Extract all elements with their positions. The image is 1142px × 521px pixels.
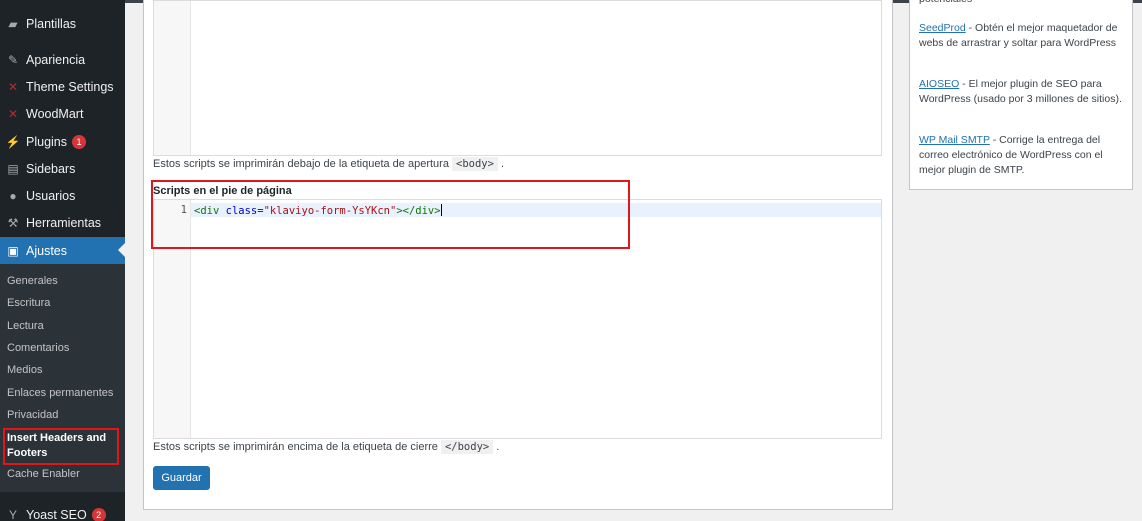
submenu-item-privacidad[interactable]: Privacidad <box>7 409 58 421</box>
submenu-item-escritura[interactable]: Escritura <box>7 297 50 309</box>
sidebar-item-sidebars[interactable]: ▤ Sidebars <box>0 155 125 182</box>
highlight-box-footer-field <box>151 180 630 249</box>
sidebar-item-label: Herramientas <box>26 215 102 230</box>
sidebar-item-label: Ajustes <box>26 243 67 258</box>
submenu-item-medios[interactable]: Medios <box>7 364 42 376</box>
settings-icon: ▣ <box>7 243 19 258</box>
plugins-update-badge: 1 <box>72 134 86 149</box>
woodmart-icon: ✕ <box>7 106 19 121</box>
body-scripts-editor[interactable] <box>153 0 882 156</box>
submenu-item-generales[interactable]: Generales <box>7 275 58 287</box>
description-text: Estos scripts se imprimirán debajo de la… <box>153 158 449 170</box>
wrench-icon: ⚒ <box>7 215 19 230</box>
body-tag-code: <body> <box>452 157 498 171</box>
sidebar-item-label: WoodMart <box>26 106 84 121</box>
wp-mail-smtp-link[interactable]: WP Mail SMTP <box>919 134 990 146</box>
sidebar-item-usuarios[interactable]: ● Usuarios <box>0 182 125 209</box>
sidebar-item-plantillas[interactable]: ▰ Plantillas <box>0 10 125 37</box>
body-scripts-description: Estos scripts se imprimirán debajo de la… <box>153 157 505 171</box>
aioseo-link[interactable]: AIOSEO <box>919 78 959 90</box>
highlight-box-submenu <box>3 428 119 465</box>
widget-entry-aioseo: AIOSEO - El mejor plugin de SEO para Wor… <box>919 77 1124 107</box>
sidebar-item-apariencia[interactable]: ✎ Apariencia <box>0 46 125 73</box>
closing-body-tag-code: </body> <box>440 440 494 454</box>
footer-scripts-description: Estos scripts se imprimirán encima de la… <box>153 440 500 454</box>
submenu-item-lectura[interactable]: Lectura <box>7 320 44 332</box>
woodmart-icon: ✕ <box>7 79 19 94</box>
plugin-icon: ⚡ <box>5 134 21 149</box>
submenu-item-cache-enabler[interactable]: Cache Enabler <box>7 468 80 480</box>
save-button[interactable]: Guardar <box>153 466 210 490</box>
sidebar-item-label: Yoast SEO <box>26 507 87 521</box>
widget-fragment: potenciales <box>919 0 1124 7</box>
submenu-item-comentarios[interactable]: Comentarios <box>7 342 69 354</box>
sidebar-item-theme-settings[interactable]: ✕ Theme Settings <box>0 73 125 100</box>
yoast-icon: Y <box>8 507 17 521</box>
submenu-item-enlaces-permanentes[interactable]: Enlaces permanentes <box>7 387 113 399</box>
widget-entry-wp-mail-smtp: WP Mail SMTP - Corrige la entrega del co… <box>919 133 1124 178</box>
sidebar-item-label: Sidebars <box>26 161 76 176</box>
sidebar-item-label: Usuarios <box>26 188 76 203</box>
description-text: Estos scripts se imprimirán encima de la… <box>153 441 438 453</box>
folder-icon: ▰ <box>8 16 18 31</box>
sidebar-item-ajustes[interactable]: ▣ Ajustes <box>0 237 125 264</box>
sidebar-item-label: Theme Settings <box>26 79 114 94</box>
sidebar-item-label: Apariencia <box>26 52 86 67</box>
sidebar-item-label: Plugins <box>26 134 67 149</box>
brush-icon: ✎ <box>7 52 19 67</box>
sidebars-icon: ▤ <box>7 161 19 176</box>
yoast-notification-badge: 2 <box>91 507 106 521</box>
sidebar-item-yoast-seo[interactable]: Y Yoast SEO 2 <box>0 501 125 521</box>
sidebar-item-plugins[interactable]: ⚡ Plugins 1 <box>0 128 125 155</box>
sidebar-item-label: Plantillas <box>26 16 77 31</box>
widget-entry-seedprod: SeedProd - Obtén el mejor maquetador de … <box>919 21 1124 51</box>
active-menu-arrow <box>118 243 125 257</box>
sidebar-item-herramientas[interactable]: ⚒ Herramientas <box>0 209 125 236</box>
description-suffix: . <box>496 441 500 453</box>
seedprod-link[interactable]: SeedProd <box>919 22 966 34</box>
sidebar-item-woodmart[interactable]: ✕ WoodMart <box>0 100 125 127</box>
description-suffix: . <box>501 158 505 170</box>
user-icon: ● <box>9 188 17 203</box>
editor-gutter <box>154 1 191 155</box>
